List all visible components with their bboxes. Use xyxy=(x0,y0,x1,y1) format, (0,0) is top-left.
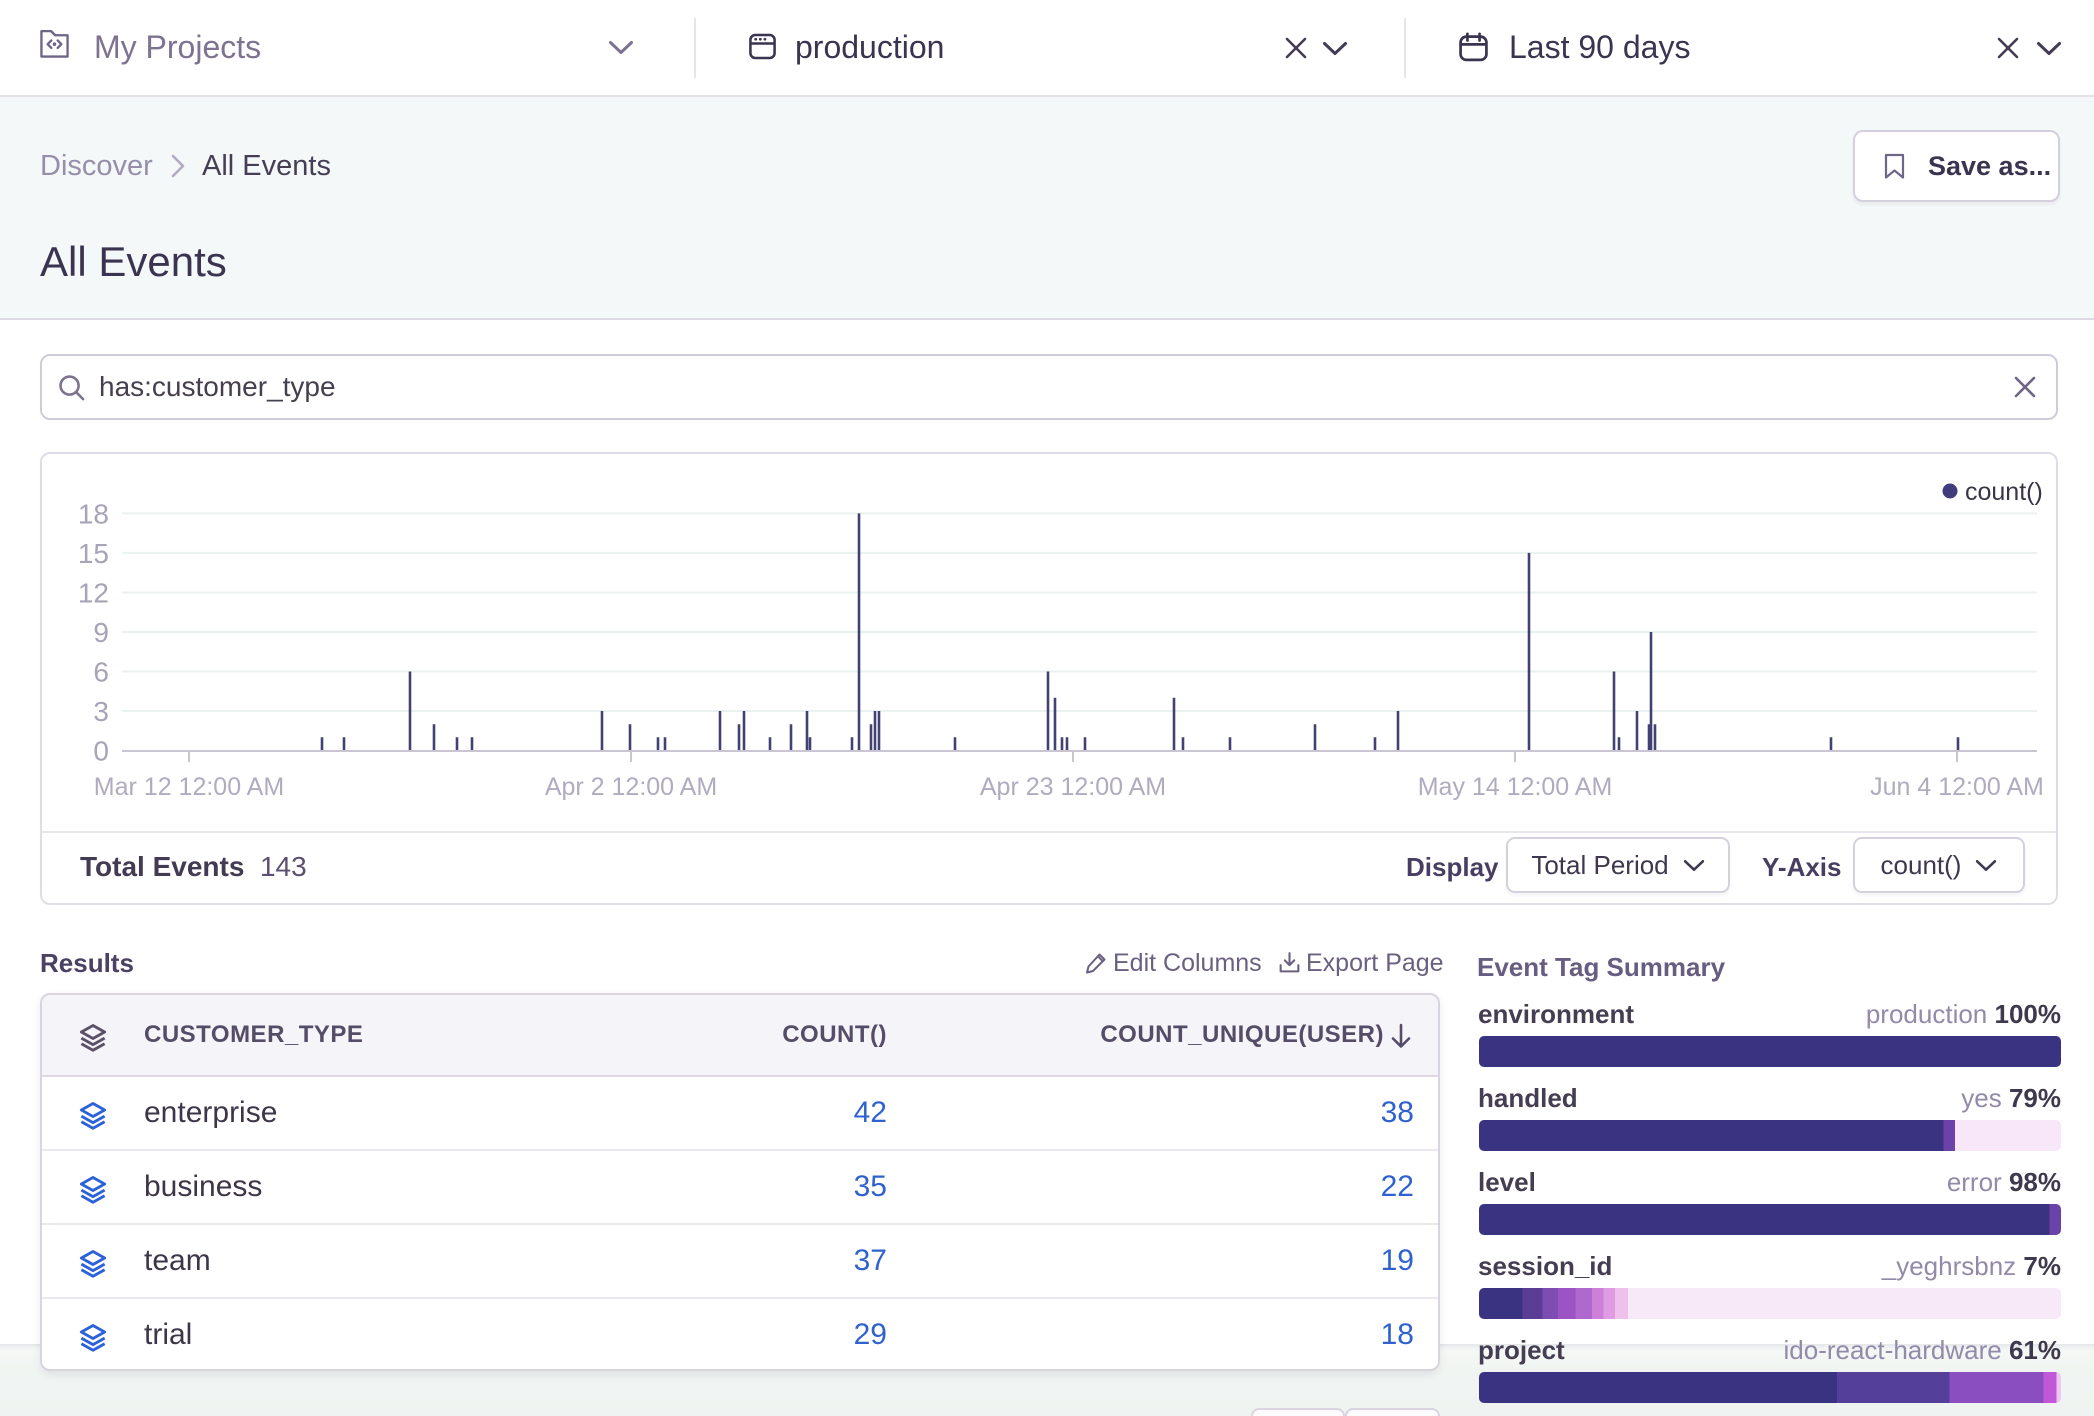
svg-text:6: 6 xyxy=(93,657,109,688)
svg-text:18: 18 xyxy=(78,498,109,529)
svg-text:3: 3 xyxy=(93,696,109,727)
svg-text:Mar 12 12:00 AM: Mar 12 12:00 AM xyxy=(94,773,284,801)
svg-text:May 14 12:00 AM: May 14 12:00 AM xyxy=(1418,773,1613,801)
svg-text:0: 0 xyxy=(93,736,109,767)
svg-text:12: 12 xyxy=(78,578,109,609)
svg-text:15: 15 xyxy=(78,538,109,569)
svg-text:9: 9 xyxy=(93,617,109,648)
svg-text:Apr 23 12:00 AM: Apr 23 12:00 AM xyxy=(980,773,1166,801)
svg-text:count(): count() xyxy=(1965,478,2043,506)
svg-text:Jun 4 12:00 AM: Jun 4 12:00 AM xyxy=(1870,773,2044,801)
svg-text:Apr 2 12:00 AM: Apr 2 12:00 AM xyxy=(545,773,717,801)
